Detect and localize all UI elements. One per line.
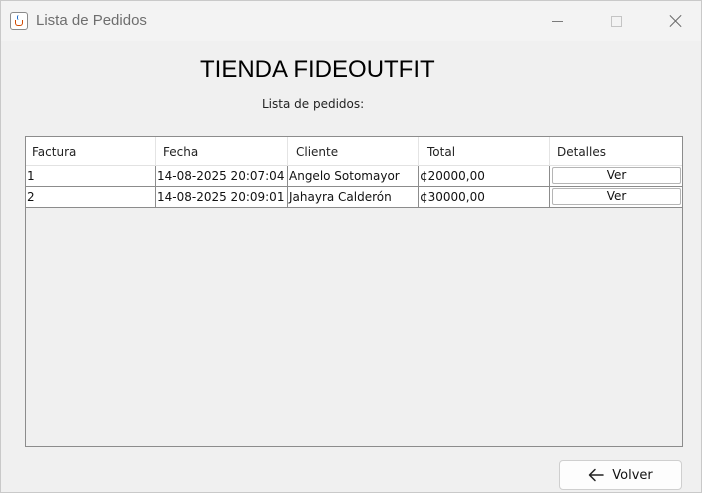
volver-label: Volver: [612, 467, 653, 483]
minimize-button[interactable]: [534, 1, 580, 41]
cell-fecha[interactable]: 14-08-2025 20:07:04: [156, 166, 288, 186]
orders-list-label: Lista de pedidos:: [262, 97, 365, 111]
table-header: Factura Fecha Cliente Total Detalles: [26, 137, 682, 166]
maximize-button[interactable]: [593, 1, 639, 41]
minimize-icon: [551, 20, 563, 22]
ver-details-button[interactable]: Ver: [552, 167, 681, 184]
cell-total[interactable]: ¢20000,00: [419, 166, 550, 186]
table-row[interactable]: 1 14-08-2025 20:07:04 Angelo Sotomayor ¢…: [26, 166, 682, 187]
ver-details-button[interactable]: Ver: [552, 188, 681, 205]
title-bar[interactable]: Lista de Pedidos: [1, 1, 701, 41]
app-window: Lista de Pedidos TIENDA FIDEOUTFIT Lista…: [0, 0, 702, 493]
table-row[interactable]: 2 14-08-2025 20:09:01 Jahayra Calderón ¢…: [26, 187, 682, 208]
cell-cliente[interactable]: Angelo Sotomayor: [288, 166, 419, 186]
cell-detalles: Ver: [550, 166, 682, 186]
orders-table[interactable]: Factura Fecha Cliente Total Detalles 1 1…: [25, 136, 683, 447]
java-cup-icon: [10, 12, 28, 30]
cell-total[interactable]: ¢30000,00: [419, 187, 550, 207]
column-header-factura[interactable]: Factura: [26, 137, 156, 166]
maximize-icon: [610, 15, 622, 27]
cell-factura[interactable]: 1: [26, 166, 156, 186]
volver-button[interactable]: Volver: [559, 460, 682, 490]
store-title: TIENDA FIDEOUTFIT: [200, 56, 435, 83]
column-header-fecha[interactable]: Fecha: [156, 137, 288, 166]
cell-factura[interactable]: 2: [26, 187, 156, 207]
cell-detalles: Ver: [550, 187, 682, 207]
column-header-total[interactable]: Total: [419, 137, 550, 166]
column-header-cliente[interactable]: Cliente: [288, 137, 419, 166]
close-icon: [669, 14, 683, 28]
arrow-left-icon: [589, 468, 604, 482]
cell-cliente[interactable]: Jahayra Calderón: [288, 187, 419, 207]
close-button[interactable]: [653, 1, 699, 41]
column-header-detalles[interactable]: Detalles: [550, 137, 682, 166]
window-title: Lista de Pedidos: [36, 12, 147, 29]
cell-fecha[interactable]: 14-08-2025 20:09:01: [156, 187, 288, 207]
